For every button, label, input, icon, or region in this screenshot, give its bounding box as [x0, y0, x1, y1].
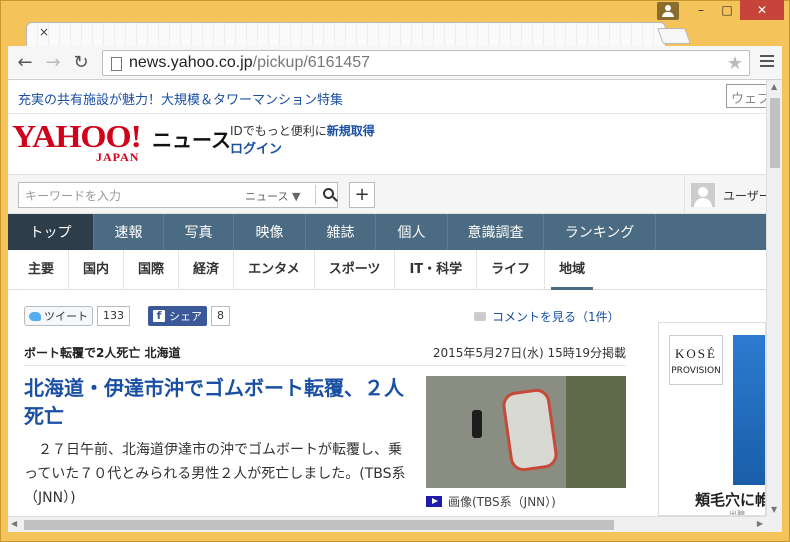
tweet-button[interactable]: ツイート — [24, 306, 93, 326]
article-lead: ２７日午前、北海道伊達市の沖でゴムボートが転覆し、乗っていた７０代とみられる男性… — [24, 442, 406, 506]
search-icon[interactable] — [319, 184, 339, 206]
article-subhead: ボート転覆で2人死亡 北海道 2015年5月27日(水) 15時19分掲載 — [24, 344, 626, 366]
minimize-button[interactable]: – — [688, 0, 714, 20]
scroll-down-icon[interactable]: ▼ — [771, 505, 777, 514]
reload-icon[interactable]: ↻ — [70, 52, 92, 74]
user-name: ユーザー名 — [723, 189, 766, 203]
article-topic: ボート転覆で2人死亡 北海道 — [24, 346, 181, 360]
comment-link[interactable]: コメントを見る（1件） — [474, 308, 620, 325]
section-title[interactable]: ニュース — [152, 124, 231, 153]
category-life[interactable]: ライフ — [477, 249, 546, 290]
main-nav-top[interactable]: トップ — [8, 214, 94, 250]
advertisement[interactable]: KOSÉ PROVISION 頬毛穴に帷 出腺 — [658, 322, 766, 516]
tab-strip: × — [8, 20, 782, 48]
category-entertainment[interactable]: エンタメ — [234, 249, 315, 290]
vertical-scrollbar[interactable]: ▲ ▼ — [766, 80, 782, 516]
ad-product-image — [733, 335, 765, 485]
facebook-count: 8 — [211, 306, 230, 326]
browser-menu-icon[interactable] — [760, 55, 774, 67]
share-buttons: ツイート 133 f シェア 8 — [24, 306, 230, 326]
category-domestic[interactable]: 国内 — [69, 249, 125, 290]
site-header: YAHOO! JAPAN ニュース IDでもっと便利に新規取得 ログイン — [8, 114, 766, 174]
url-text: news.yahoo.co.jp/pickup/6161457 — [129, 54, 371, 71]
user-area[interactable]: ユーザー名 — [684, 175, 766, 215]
article-headline[interactable]: 北海道・伊達市沖でゴムボート転覆、２人死亡 — [24, 374, 410, 430]
search-placeholder: キーワードを入力 — [25, 189, 122, 203]
kose-logo: KOSÉ PROVISION — [669, 335, 723, 385]
category-sports[interactable]: スポーツ — [315, 249, 396, 290]
main-nav-photos[interactable]: 写真 — [164, 214, 234, 250]
main-nav-individual[interactable]: 個人 — [376, 214, 448, 250]
page-viewport: 充実の共有施設が魅力！大規模＆タワーマンション特集 ウェブ YAHOO! JAP… — [8, 80, 766, 516]
category-nav: 主要 国内 国際 経済 エンタメ スポーツ IT・科学 ライフ 地域 — [8, 249, 766, 290]
promo-link[interactable]: 充実の共有施設が魅力！大規模＆タワーマンション特集 — [18, 89, 343, 108]
signup-link[interactable]: 新規取得 — [327, 124, 375, 138]
comment-icon — [474, 312, 486, 321]
scroll-up-icon[interactable]: ▲ — [771, 82, 777, 91]
profile-button[interactable] — [657, 2, 679, 20]
photo-caption[interactable]: 画像(TBS系（JNN）) — [426, 493, 556, 510]
main-nav-magazines[interactable]: 雑誌 — [306, 214, 376, 250]
new-tab-button[interactable] — [657, 28, 691, 44]
address-bar[interactable]: news.yahoo.co.jp/pickup/6161457 ★ — [102, 50, 750, 76]
browser-toolbar: ← → ↻ news.yahoo.co.jp/pickup/6161457 ★ — [8, 46, 782, 80]
user-icon — [665, 5, 671, 11]
add-button[interactable]: + — [349, 182, 375, 208]
main-nav: トップ 速報 写真 映像 雑誌 個人 意識調査 ランキング — [8, 214, 766, 250]
horizontal-scroll-thumb[interactable] — [24, 520, 614, 530]
page-icon — [111, 57, 122, 71]
search-scope-select[interactable]: ニュース ▼ — [245, 188, 300, 204]
bookmark-star-icon[interactable]: ★ — [727, 53, 743, 74]
main-nav-video[interactable]: 映像 — [234, 214, 306, 250]
tweet-count: 133 — [97, 306, 130, 326]
id-prompt: IDでもっと便利に新規取得 — [230, 124, 375, 138]
search-input[interactable]: キーワードを入力 ニュース ▼ — [18, 182, 338, 208]
category-local[interactable]: 地域 — [545, 250, 599, 290]
article: ツイート 133 f シェア 8 コメントを見る（1件） ボート転覆で2人死亡 … — [8, 290, 642, 516]
main-nav-breaking[interactable]: 速報 — [94, 214, 164, 250]
web-search-input[interactable]: ウェブ — [726, 84, 766, 108]
scroll-left-icon[interactable]: ◀ — [11, 519, 17, 528]
category-economy[interactable]: 経済 — [179, 249, 235, 290]
article-date: 2015年5月27日(水) 15時19分掲載 — [432, 346, 626, 360]
vertical-scroll-thumb[interactable] — [770, 98, 780, 168]
ad-small-text: 出腺 — [729, 510, 745, 516]
window-controls: – □ ✕ — [688, 0, 784, 20]
maximize-button[interactable]: □ — [714, 0, 740, 20]
scroll-right-icon[interactable]: ▶ — [757, 519, 763, 528]
facebook-share-button[interactable]: f シェア — [148, 306, 207, 326]
promo-bar: 充実の共有施設が魅力！大規模＆タワーマンション特集 ウェブ — [8, 80, 766, 114]
category-international[interactable]: 国際 — [124, 249, 180, 290]
tab-close-icon[interactable]: × — [39, 25, 49, 39]
facebook-icon: f — [153, 310, 165, 322]
twitter-bird-icon — [29, 311, 41, 321]
category-main[interactable]: 主要 — [14, 249, 70, 290]
forward-arrow-icon[interactable]: → — [42, 52, 64, 74]
video-play-icon — [426, 496, 442, 507]
search-row: キーワードを入力 ニュース ▼ + ユーザー名 — [8, 174, 766, 215]
login-link[interactable]: ログイン — [230, 138, 282, 157]
horizontal-scrollbar[interactable]: ◀ ▶ — [8, 516, 766, 532]
category-it-science[interactable]: IT・科学 — [395, 249, 478, 290]
browser-tab[interactable]: × — [26, 22, 666, 48]
main-nav-survey[interactable]: 意識調査 — [448, 214, 544, 250]
ad-tagline: 頬毛穴に帷 — [695, 491, 766, 509]
back-arrow-icon[interactable]: ← — [14, 52, 36, 74]
avatar — [691, 183, 715, 207]
close-window-button[interactable]: ✕ — [740, 0, 784, 20]
article-photo[interactable] — [426, 376, 626, 488]
main-nav-ranking[interactable]: ランキング — [544, 214, 656, 250]
yahoo-japan-logo[interactable]: YAHOO! JAPAN — [12, 120, 142, 164]
